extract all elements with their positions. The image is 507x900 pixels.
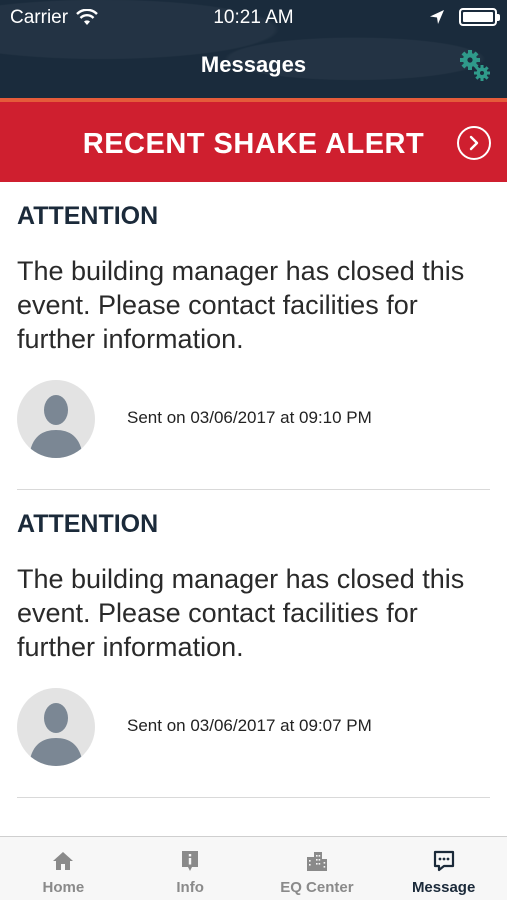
tab-label: Info	[176, 879, 204, 896]
status-indicators	[429, 8, 500, 26]
avatar	[17, 688, 95, 766]
status-bar: Carrier 10:21 AM	[0, 0, 507, 36]
message-item[interactable]: ATTENTION The building manager has close…	[17, 490, 490, 798]
message-list[interactable]: ATTENTION The building manager has close…	[0, 182, 507, 836]
tab-home[interactable]: Home	[0, 837, 127, 900]
tab-message[interactable]: Message	[380, 837, 507, 900]
message-icon	[433, 850, 454, 872]
home-icon	[53, 852, 74, 870]
buildings-icon	[306, 852, 327, 871]
settings-gears-icon[interactable]	[457, 48, 493, 84]
message-timestamp: Sent on 03/06/2017 at 09:10 PM	[127, 408, 372, 427]
message-title: ATTENTION	[17, 202, 159, 230]
message-item[interactable]: ATTENTION The building manager has close…	[17, 182, 490, 490]
person-silhouette-icon	[29, 395, 83, 458]
recent-shake-alert-banner[interactable]: RECENT SHAKE ALERT	[0, 98, 507, 182]
tab-label: Message	[411, 879, 476, 896]
message-body: The building manager has closed this eve…	[17, 256, 465, 354]
avatar	[17, 380, 95, 458]
battery-icon	[459, 8, 500, 26]
location-arrow-icon	[430, 10, 444, 24]
alert-banner-label: RECENT SHAKE ALERT	[82, 128, 425, 160]
tab-bar: Home Info EQ Center Message	[0, 836, 507, 900]
chevron-right-icon	[457, 126, 491, 160]
page-title: Messages	[200, 52, 307, 77]
tab-info[interactable]: Info	[127, 837, 254, 900]
info-icon	[182, 851, 199, 871]
tab-eq-center[interactable]: EQ Center	[254, 837, 381, 900]
tab-label: EQ Center	[280, 879, 354, 896]
message-timestamp: Sent on 03/06/2017 at 09:07 PM	[127, 716, 372, 735]
app-header: Carrier 10:21 AM Messages	[0, 0, 507, 98]
person-silhouette-icon	[29, 703, 83, 766]
tab-label: Home	[42, 879, 85, 896]
message-title: ATTENTION	[17, 510, 159, 538]
message-body: The building manager has closed this eve…	[17, 564, 465, 662]
